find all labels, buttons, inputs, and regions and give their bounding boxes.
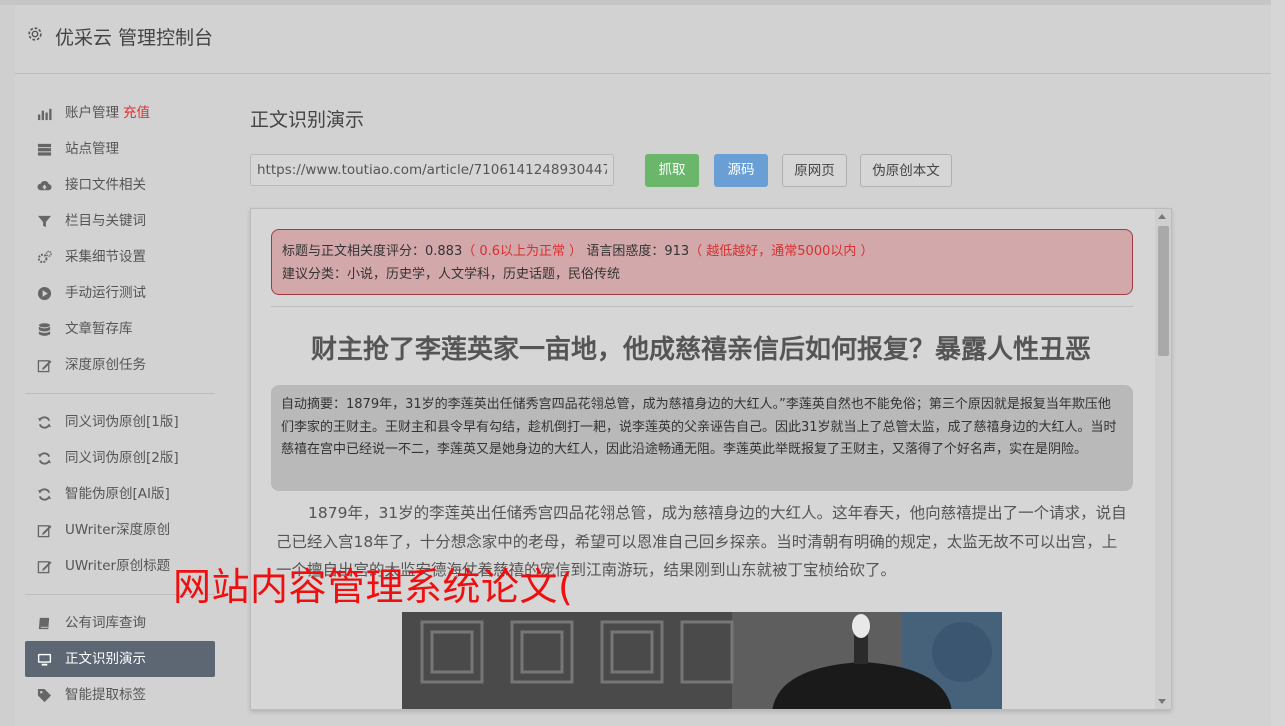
- refresh-icon: [37, 452, 52, 465]
- scroll-up-arrow-icon[interactable]: [1158, 214, 1166, 219]
- filter-icon: [37, 215, 52, 228]
- sidebar-item-label: 公有词库查询: [65, 615, 146, 631]
- fetch-button[interactable]: 抓取: [645, 154, 699, 187]
- sidebar-item-label: 同义词伪原创[1版]: [65, 414, 179, 430]
- panel-scrollbar[interactable]: [1155, 209, 1171, 709]
- palace-photo-illustration: [402, 612, 1002, 709]
- sidebar-item-label: 正文识别演示: [65, 651, 146, 667]
- scroll-down-arrow-icon[interactable]: [1158, 699, 1166, 704]
- refresh-icon: [37, 416, 52, 429]
- page-title: 正文识别演示: [250, 109, 365, 131]
- sidebar-item-synonym-v1[interactable]: 同义词伪原创[1版]: [25, 404, 215, 440]
- original-page-button[interactable]: 原网页: [782, 154, 847, 187]
- sidebar-divider: [25, 393, 215, 394]
- sidebar-item-label: 站点管理: [65, 141, 119, 157]
- edit-icon: [37, 525, 52, 538]
- perplexity-label: 语言困惑度：913: [586, 244, 690, 259]
- source-button[interactable]: 源码: [714, 154, 768, 187]
- bar-chart-icon: [37, 108, 52, 121]
- sidebar-item-deep-original[interactable]: 深度原创任务: [25, 347, 215, 383]
- database-icon: [38, 323, 51, 336]
- result-panel: 标题与正文相关度评分：0.883（ 0.6以上为正常 ） 语言困惑度：913（ …: [250, 208, 1172, 710]
- monitor-icon: [37, 653, 52, 666]
- panel-divider: [271, 306, 1133, 307]
- sidebar-item-label: 栏目与关键词: [65, 213, 146, 229]
- sidebar-item-synonym-v2[interactable]: 同义词伪原创[2版]: [25, 440, 215, 476]
- top-bar: 优采云 管理控制台: [15, 5, 1271, 74]
- sidebar-item-interface-files[interactable]: 接口文件相关: [25, 167, 215, 203]
- category-line: 建议分类：小说，历史学，人文学科，历史话题，民俗传统: [282, 267, 621, 282]
- sidebar-item-label: 深度原创任务: [65, 357, 146, 373]
- sidebar-item-label: 智能提取标签: [65, 687, 146, 703]
- sidebar-item-text-recognition[interactable]: 正文识别演示: [25, 641, 215, 677]
- sidebar-item-label: 手动运行测试: [65, 285, 146, 301]
- app-shell: 优采云 管理控制台 账户管理 充值 站点管理 接口文件相关 栏目与关键词 采集细节…: [15, 5, 1271, 726]
- auto-summary: 自动摘要：1879年，31岁的李莲英出任储秀宫四品花翎总管，成为慈禧身边的大红人…: [271, 385, 1133, 491]
- edit-icon: [37, 360, 52, 373]
- score-label: 标题与正文相关度评分：0.883: [282, 244, 463, 259]
- scroll-thumb[interactable]: [1158, 226, 1169, 356]
- edit-icon: [37, 561, 52, 574]
- play-circle-icon: [37, 286, 52, 301]
- score-note: （ 0.6以上为正常 ）: [462, 244, 583, 259]
- refresh-icon: [37, 488, 52, 501]
- tag-icon: [37, 688, 52, 703]
- url-input[interactable]: [250, 154, 614, 186]
- book-icon: [38, 617, 50, 630]
- sidebar-item-collect-settings[interactable]: 采集细节设置: [25, 239, 215, 275]
- rewrite-button[interactable]: 伪原创本文: [860, 154, 952, 187]
- sidebar-item-manual-run[interactable]: 手动运行测试: [25, 275, 215, 311]
- sidebar-item-uwriter-deep[interactable]: UWriter深度原创: [25, 512, 215, 548]
- cloud-upload-icon: [37, 181, 52, 191]
- article-title: 财主抢了李莲英家一亩地，他成慈禧亲信后如何报复？暴露人性丑恶: [310, 335, 1091, 365]
- perplexity-note: （ 越低越好，通常5000以内 ）: [689, 244, 874, 259]
- sidebar-item-account[interactable]: 账户管理 充值: [25, 95, 215, 131]
- score-line: 标题与正文相关度评分：0.883（ 0.6以上为正常 ） 语言困惑度：913（ …: [282, 240, 1122, 263]
- server-icon: [37, 143, 52, 156]
- gear-icon: [28, 27, 42, 41]
- sidebar-item-label: 接口文件相关: [65, 177, 146, 193]
- cogs-icon: [37, 250, 52, 264]
- window-right-edge: [1271, 0, 1285, 726]
- article-image: [402, 612, 1002, 709]
- sidebar-item-extract-tags[interactable]: 智能提取标签: [25, 677, 215, 713]
- recharge-link[interactable]: 充值: [123, 105, 150, 121]
- sidebar: 账户管理 充值 站点管理 接口文件相关 栏目与关键词 采集细节设置 手动运行测试 …: [25, 95, 215, 713]
- sidebar-item-sites[interactable]: 站点管理: [25, 131, 215, 167]
- sidebar-item-label: UWriter原创标题: [65, 558, 171, 574]
- sidebar-item-label: 同义词伪原创[2版]: [65, 450, 179, 466]
- sidebar-item-label: UWriter深度原创: [65, 522, 171, 538]
- analysis-alert: 标题与正文相关度评分：0.883（ 0.6以上为正常 ） 语言困惑度：913（ …: [271, 229, 1133, 295]
- sidebar-item-columns-keywords[interactable]: 栏目与关键词: [25, 203, 215, 239]
- sidebar-item-label: 采集细节设置: [65, 249, 146, 265]
- sidebar-item-label: 智能伪原创[AI版]: [65, 486, 170, 502]
- sidebar-item-article-store[interactable]: 文章暂存库: [25, 311, 215, 347]
- sidebar-item-label: 账户管理: [65, 105, 119, 121]
- sidebar-item-ai-rewrite[interactable]: 智能伪原创[AI版]: [25, 476, 215, 512]
- watermark-text: 网站内容管理系统论文(: [173, 565, 574, 609]
- app-title: 优采云 管理控制台: [55, 27, 214, 49]
- sidebar-item-label: 文章暂存库: [65, 321, 133, 337]
